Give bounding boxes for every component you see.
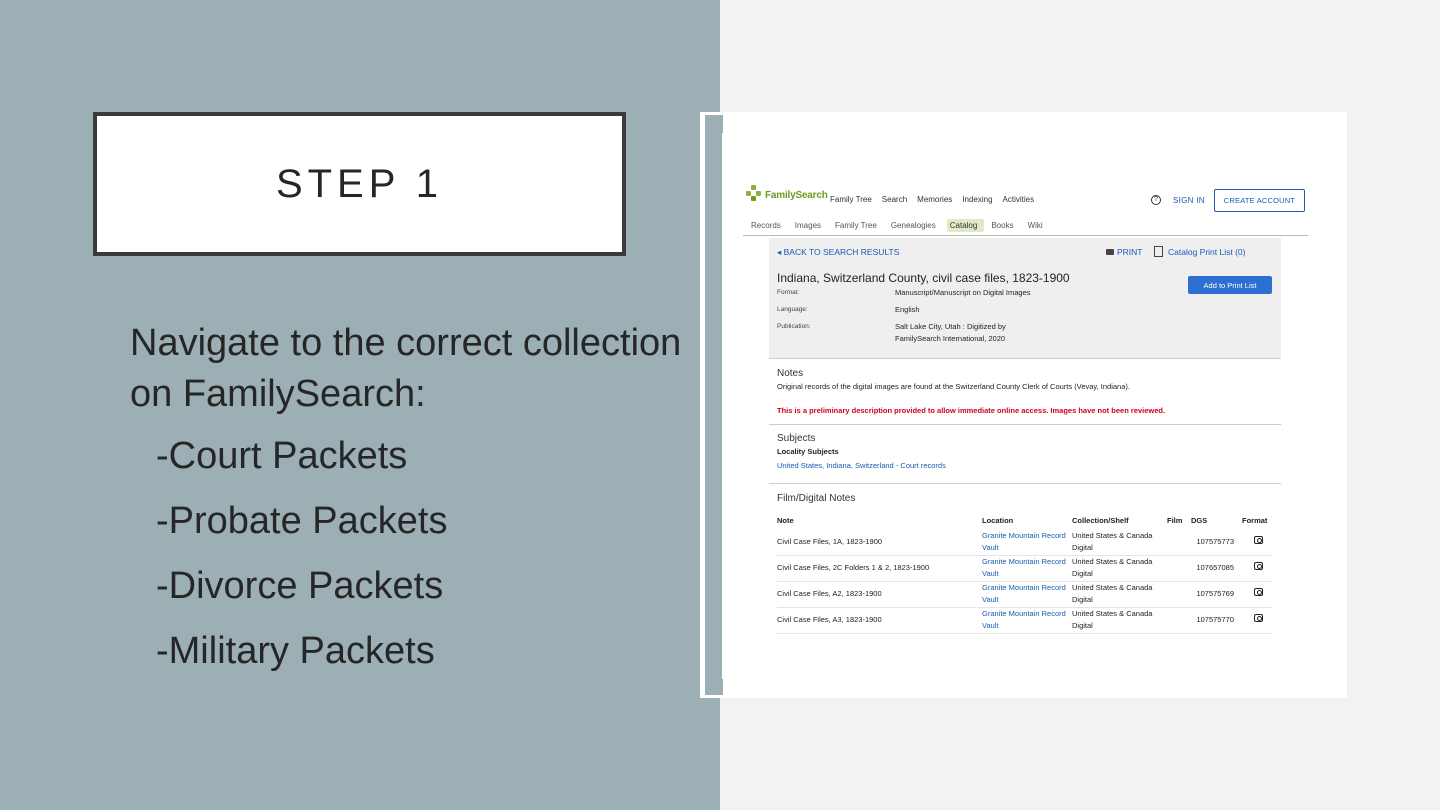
create-account-button[interactable]: CREATE ACCOUNT xyxy=(1214,189,1305,212)
language-label: Language: xyxy=(777,306,808,313)
intro-text: Navigate to the correct collection on Fa… xyxy=(130,322,682,415)
film-cell xyxy=(1167,607,1191,634)
note-cell: Civil Case Files, 1A, 1823-1900 xyxy=(777,529,982,556)
dgs-cell: 107575769 xyxy=(1191,581,1242,608)
section-divider xyxy=(769,424,1281,425)
nav-family-tree[interactable]: Family Tree xyxy=(830,195,872,204)
sub-nav: Records Images Family Tree Genealogies C… xyxy=(748,219,1054,232)
subnav-family-tree[interactable]: Family Tree xyxy=(832,219,884,232)
tree-logo-icon xyxy=(746,185,762,205)
record-summary: ◂ BACK TO SEARCH RESULTS PRINT Catalog P… xyxy=(769,238,1281,359)
locality-subject-link[interactable]: United States, Indiana, Switzerland - Co… xyxy=(777,461,946,470)
subnav-genealogies[interactable]: Genealogies xyxy=(888,219,943,232)
bullet-item: -Court Packets xyxy=(156,435,408,477)
subjects-heading: Subjects xyxy=(777,433,816,444)
film-cell xyxy=(1167,555,1191,582)
publication-value: Salt Lake City, Utah : Digitized by Fami… xyxy=(895,322,1006,343)
shelf-cell: United States & Canada Digital xyxy=(1072,581,1167,608)
table-row: Civil Case Files, A2, 1823-1900 Granite … xyxy=(777,581,1272,608)
notes-heading: Notes xyxy=(777,368,804,379)
subnav-divider xyxy=(743,235,1308,236)
nav-memories[interactable]: Memories xyxy=(917,195,952,204)
screenshot-frame: FamilySearch Family Tree Search Memories… xyxy=(700,112,1347,698)
subnav-images[interactable]: Images xyxy=(792,219,828,232)
shelf-cell: United States & Canada Digital xyxy=(1072,555,1167,582)
shelf-cell: United States & Canada Digital xyxy=(1072,607,1167,634)
camera-icon[interactable] xyxy=(1254,588,1263,596)
camera-icon[interactable] xyxy=(1254,535,1263,544)
familysearch-logo[interactable]: FamilySearch xyxy=(746,185,828,205)
subnav-catalog[interactable]: Catalog xyxy=(946,219,985,232)
nav-activities[interactable]: Activities xyxy=(1003,195,1035,204)
bullet-item: -Probate Packets xyxy=(156,500,448,542)
subnav-records[interactable]: Records xyxy=(748,219,788,232)
format-label: Format: xyxy=(777,289,800,296)
location-link[interactable]: Granite Mountain Record Vault xyxy=(982,581,1072,608)
film-notes-heading: Film/Digital Notes xyxy=(777,493,856,504)
sign-in-link[interactable]: SIGN IN xyxy=(1173,196,1205,205)
familysearch-screenshot: FamilySearch Family Tree Search Memories… xyxy=(722,133,1328,679)
nav-search[interactable]: Search xyxy=(882,195,907,204)
printer-icon xyxy=(1106,249,1114,255)
dgs-cell: 107657085 xyxy=(1191,555,1242,582)
bullet-item: -Divorce Packets xyxy=(156,565,444,607)
table-row: Civil Case Files, 2C Folders 1 & 2, 1823… xyxy=(777,555,1272,582)
location-link[interactable]: Granite Mountain Record Vault xyxy=(982,529,1072,556)
record-title: Indiana, Switzerland County, civil case … xyxy=(777,271,1070,285)
format-cell xyxy=(1242,529,1272,556)
location-link[interactable]: Granite Mountain Record Vault xyxy=(982,555,1072,582)
table-header-row: Note Location Collection/Shelf Film DGS … xyxy=(777,515,1272,529)
publication-label: Publication: xyxy=(777,323,811,330)
caret-left-icon: ◂ xyxy=(777,247,784,257)
notes-text: Original records of the digital images a… xyxy=(777,382,1130,391)
help-icon[interactable]: ? xyxy=(1151,195,1161,205)
location-link[interactable]: Granite Mountain Record Vault xyxy=(982,607,1072,634)
note-cell: Civil Case Files, A2, 1823-1900 xyxy=(777,581,982,608)
print-link[interactable]: PRINT xyxy=(1106,247,1143,257)
step-title-box: STEP 1 xyxy=(93,112,626,256)
camera-icon[interactable] xyxy=(1254,562,1263,570)
column-header: DGS xyxy=(1191,515,1208,525)
format-cell xyxy=(1242,607,1272,634)
film-cell xyxy=(1167,529,1191,556)
camera-icon[interactable] xyxy=(1254,614,1263,622)
table-row: Civil Case Files, A3, 1823-1900 Granite … xyxy=(777,607,1272,634)
format-cell xyxy=(1242,555,1272,582)
shelf-cell: United States & Canada Digital xyxy=(1072,529,1167,556)
main-nav: Family Tree Search Memories Indexing Act… xyxy=(830,195,1034,204)
language-value: English xyxy=(895,305,920,314)
film-cell xyxy=(1167,581,1191,608)
document-list-icon xyxy=(1154,246,1163,257)
nav-indexing[interactable]: Indexing xyxy=(962,195,992,204)
table-row: Civil Case Files, 1A, 1823-1900 Granite … xyxy=(777,529,1272,556)
column-header: Format xyxy=(1242,515,1268,525)
locality-subjects-heading: Locality Subjects xyxy=(777,447,839,456)
dgs-cell: 107575773 xyxy=(1191,529,1242,556)
note-cell: Civil Case Files, A3, 1823-1900 xyxy=(777,607,982,634)
format-cell xyxy=(1242,581,1272,608)
preliminary-warning: This is a preliminary description provid… xyxy=(777,406,1166,415)
column-header: Location xyxy=(982,515,1014,525)
slide-body: Navigate to the correct collection on Fa… xyxy=(130,318,690,694)
column-header: Note xyxy=(777,515,794,525)
dgs-cell: 107575770 xyxy=(1191,607,1242,634)
back-to-results-link[interactable]: ◂ BACK TO SEARCH RESULTS xyxy=(777,247,899,258)
note-cell: Civil Case Files, 2C Folders 1 & 2, 1823… xyxy=(777,555,982,582)
column-header: Collection/Shelf xyxy=(1072,515,1129,525)
step-title: STEP 1 xyxy=(275,161,444,206)
subnav-books[interactable]: Books xyxy=(988,219,1020,232)
bullet-list: -Court Packets -Probate Packets -Divorce… xyxy=(130,434,690,673)
add-to-print-list-button[interactable]: Add to Print List xyxy=(1188,276,1272,294)
subnav-wiki[interactable]: Wiki xyxy=(1025,219,1050,232)
bullet-item: -Military Packets xyxy=(156,630,435,672)
film-notes-table: Note Location Collection/Shelf Film DGS … xyxy=(777,515,1272,634)
column-header: Film xyxy=(1167,515,1183,525)
fs-header: FamilySearch Family Tree Search Memories… xyxy=(746,185,1311,215)
catalog-print-list-link[interactable]: Catalog Print List (0) xyxy=(1154,246,1245,257)
section-divider xyxy=(769,483,1281,484)
format-value: Manuscript/Manuscript on Digital Images xyxy=(895,288,1031,297)
logo-text: FamilySearch xyxy=(765,189,828,201)
